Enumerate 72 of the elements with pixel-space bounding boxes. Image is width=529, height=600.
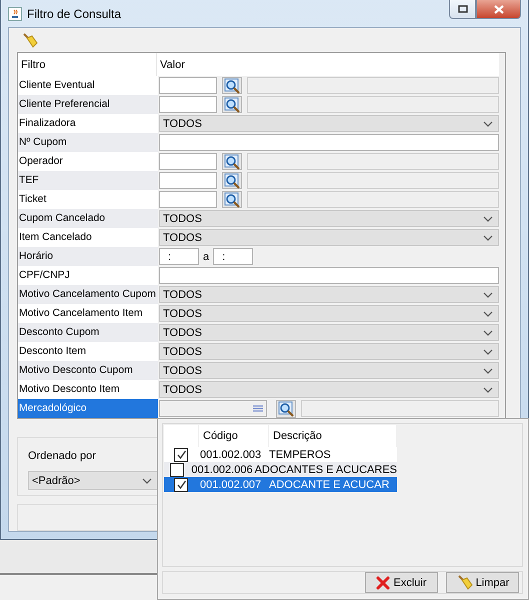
checkbox[interactable] [170,462,184,476]
restore-icon [458,5,468,13]
search-button[interactable] [222,96,242,113]
dropdown[interactable]: TODOS [159,115,499,132]
filter-label[interactable]: Mercadológico [18,399,158,418]
input-field[interactable] [159,267,499,284]
chevron-icon [483,348,493,354]
filter-label[interactable]: Cupom Cancelado [18,209,158,228]
table-cell[interactable]: 001.002.006 [189,462,253,477]
filter-label[interactable]: TEF [18,171,158,190]
order-dropdown[interactable]: <Padrão> [28,471,158,490]
search-button[interactable] [276,400,296,418]
input-field[interactable] [159,172,217,189]
chevron-icon [483,216,493,222]
search-button[interactable] [222,77,242,94]
dropdown[interactable]: TODOS [159,229,499,246]
chevron-icon [142,478,152,484]
filter-label[interactable]: Motivo Desconto Cupom [18,361,158,380]
input-field[interactable] [159,77,217,94]
search-button[interactable] [222,153,242,170]
search-button[interactable] [222,191,242,208]
table-cell[interactable]: 001.002.007 [198,477,267,492]
time-field[interactable]: : [213,248,254,265]
table-cell[interactable]: TEMPEROS [267,447,397,462]
clear-button[interactable]: Limpar [446,572,519,593]
broom-icon [456,574,473,591]
dropdown[interactable]: TODOS [159,286,499,303]
chevron-icon [483,120,493,126]
check-icon [176,449,186,460]
search-button[interactable] [222,172,242,189]
dropdown[interactable]: TODOS [159,343,499,360]
window-title: Filtro de Consulta [27,6,122,20]
chevron-icon [483,292,493,298]
restore-button[interactable] [449,0,476,19]
input-field[interactable] [159,134,499,151]
column-header: Descrição [269,425,396,447]
input-field[interactable] [159,96,217,113]
close-button[interactable] [476,0,521,19]
table-cell[interactable]: 001.002.003 [198,447,267,462]
checkbox[interactable] [174,478,188,492]
check-icon [176,479,186,490]
chevron-icon [483,368,493,374]
column-header: Código [199,425,268,447]
dropdown[interactable]: TODOS [159,381,499,398]
table-cell[interactable]: ADOCANTE E ACUCAR [267,477,397,492]
input-field[interactable] [159,153,217,170]
dropdown[interactable]: TODOS [159,324,499,341]
checkbox[interactable] [174,448,188,462]
dropdown[interactable]: TODOS [159,362,499,379]
chevron-icon [483,310,493,316]
table-cell[interactable]: ADOCANTES E ACUCARES [252,462,397,477]
dropdown[interactable]: TODOS [159,210,499,227]
delete-button[interactable]: Excluir [365,572,438,593]
input-field[interactable] [159,400,267,417]
dropdown[interactable]: TODOS [159,305,499,322]
filter-label[interactable]: Nº Cupom [18,133,158,152]
range-separator: a [203,250,210,262]
app-icon [8,6,22,20]
order-label: Ordenado por [28,450,96,464]
cross-icon [376,576,390,590]
time-field[interactable]: : [159,248,199,265]
chevron-icon [483,386,493,392]
chevron-icon [483,234,493,240]
filter-label[interactable]: Motivo Cancelamento Cupom [18,285,158,304]
filter-label[interactable]: Cliente Preferencial [18,95,158,114]
list-icon[interactable] [253,405,263,412]
input-field[interactable] [159,191,217,208]
close-icon [494,4,504,14]
filter-label[interactable]: Horário [18,247,158,266]
chevron-icon [483,330,493,336]
broom-icon[interactable] [21,32,38,48]
filter-label[interactable]: Desconto Cupom [18,323,158,342]
